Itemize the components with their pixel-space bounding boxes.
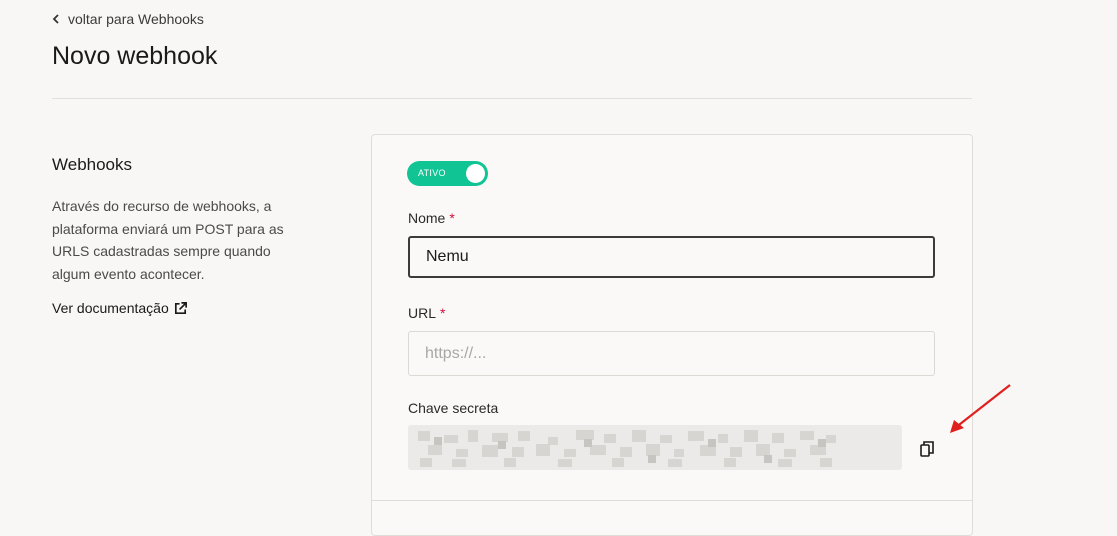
annotation-arrow	[950, 384, 1011, 433]
active-toggle[interactable]: ATIVO	[407, 161, 488, 186]
back-link-label: voltar para Webhooks	[68, 11, 204, 27]
chevron-left-icon	[52, 14, 59, 24]
name-label: Nome *	[408, 210, 455, 226]
url-label: URL *	[408, 305, 445, 321]
secret-label: Chave secreta	[408, 400, 499, 416]
url-label-text: URL	[408, 305, 437, 321]
required-mark: *	[440, 305, 446, 321]
blurred-secret-value	[418, 430, 836, 467]
required-mark: *	[449, 210, 455, 226]
section-title: Webhooks	[52, 155, 133, 174]
copy-secret-button[interactable]	[920, 441, 934, 457]
section-description: Através do recurso de webhooks, a plataf…	[52, 198, 284, 282]
name-label-text: Nome	[408, 210, 446, 226]
external-link-icon	[174, 301, 187, 314]
documentation-link-label: Ver documentação	[52, 300, 169, 316]
back-link[interactable]: voltar para Webhooks	[52, 11, 204, 27]
name-input[interactable]	[408, 236, 935, 278]
webhook-form-card: ATIVO Nome* URL* Chave secreta	[371, 134, 973, 536]
copy-icon	[920, 441, 934, 457]
toggle-knob	[466, 164, 485, 183]
url-input[interactable]	[408, 331, 935, 376]
card-divider	[372, 500, 972, 501]
secret-key-field	[408, 425, 902, 470]
documentation-link[interactable]: Ver documentação	[52, 300, 188, 316]
header-divider	[52, 98, 972, 99]
page-title: Novo webhook	[52, 42, 218, 70]
active-toggle-label: ATIVO	[418, 168, 446, 178]
